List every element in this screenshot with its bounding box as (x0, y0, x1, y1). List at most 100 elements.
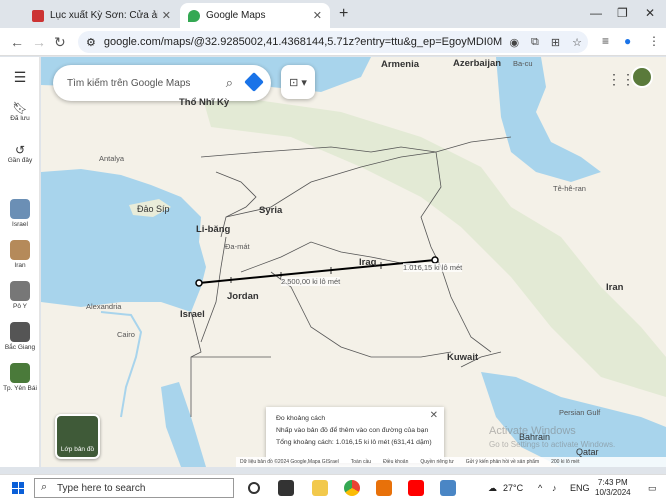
sidebar-item-israel[interactable]: Israel (0, 199, 40, 228)
task-view-icon[interactable] (278, 480, 294, 496)
map-footer: Dữ liệu bản đồ ©2024 Google,Mapa GISrael… (236, 457, 666, 467)
map-label-jordan: Jordan (227, 291, 259, 302)
map-label-armenia: Armenia (381, 59, 420, 70)
sidebar-item-bac-giang[interactable]: Bắc Giang (0, 322, 40, 351)
taskbar-search-text: Type here to search (57, 482, 146, 494)
place-thumbnail (10, 363, 30, 383)
app-icon[interactable] (376, 480, 392, 496)
footer-feedback-link[interactable]: Gửi ý kiến phản hồi về sản phẩm (466, 459, 539, 465)
sidebar-item-label: Israel (12, 221, 28, 228)
omnibox[interactable]: ⚙ google.com/maps/@32.9285002,41.4368144… (78, 31, 588, 53)
avatar[interactable] (631, 66, 653, 88)
clock[interactable]: 7:43 PM 10/3/2024 (595, 478, 631, 498)
sidebar-item-label: Iran (14, 262, 26, 269)
tray-chevron-icon[interactable]: ^ (538, 483, 542, 493)
close-icon[interactable]: ✕ (430, 410, 438, 422)
footer-global-link[interactable]: Toàn cầu (351, 459, 371, 465)
sidebar-item-label: Gần đây (7, 157, 33, 164)
file-explorer-icon[interactable] (312, 480, 328, 496)
sidebar-item-yen-bai[interactable]: Tp. Yên Bái (0, 363, 40, 392)
temperature-text[interactable]: 27°C (503, 483, 523, 493)
menu-icon[interactable]: ⋮ (648, 34, 660, 48)
layers-label: Lớp bản đồ (60, 446, 95, 453)
sidebar-item-label: Pô Y (13, 303, 27, 310)
footer-privacy-link[interactable]: Quyền riêng tư (420, 459, 453, 465)
speaker-icon[interactable]: ♪ (552, 483, 557, 493)
menu-hamburger-icon[interactable]: ☰ (0, 69, 40, 86)
chrome-icon[interactable] (344, 480, 360, 496)
search-box[interactable]: Tìm kiếm trên Google Maps ⌕ (53, 65, 271, 101)
sidebar-item-iran[interactable]: Iran (0, 240, 40, 269)
watermark-line1: Activate Windows (489, 425, 576, 437)
new-tab-button[interactable]: + (339, 5, 348, 23)
restore-icon[interactable]: ❐ (617, 6, 628, 20)
maps-favicon (188, 9, 200, 22)
measure-start-point (195, 279, 203, 287)
close-tab-icon[interactable]: ✕ (313, 9, 322, 22)
bookmark-star-icon[interactable]: ☆ (572, 36, 582, 49)
place-thumbnail (10, 281, 30, 301)
search-icon[interactable]: ⌕ (226, 75, 233, 91)
url-text[interactable]: google.com/maps/@32.9285002,41.4368144,5… (104, 36, 504, 48)
layers-button[interactable]: Lớp bản đồ (55, 414, 100, 459)
map-graphic (41, 57, 666, 467)
forward-icon[interactable]: → (32, 34, 46, 50)
sidebar-item-po-y[interactable]: Pô Y (0, 281, 40, 310)
tab-article[interactable]: Lục xuất Kỳ Sơn: Cửa ải 1.300 · ✕ (24, 3, 179, 28)
sidebar-item-recent[interactable]: ↺ Gần đây (0, 143, 40, 164)
site-info-icon[interactable]: ⚙ (86, 36, 96, 49)
map-label-azerbaijan: Azerbaijan (453, 58, 502, 69)
close-tab-icon[interactable]: ✕ (162, 9, 171, 22)
windows-watermark: Activate Windows Go to Settings to activ… (489, 425, 615, 451)
map-label-iran: Iran (606, 282, 624, 293)
history-icon: ↺ (14, 143, 26, 157)
directions-icon[interactable] (244, 72, 264, 92)
place-thumbnail (10, 199, 30, 219)
notification-icon[interactable]: ▭ (648, 483, 657, 494)
tab-title: Lục xuất Kỳ Sơn: Cửa ải 1.300 · (50, 10, 158, 21)
profile-icon[interactable]: ● (624, 34, 631, 48)
footer-attribution: Dữ liệu bản đồ ©2024 Google,Mapa GISrael (240, 459, 339, 465)
sidebar-item-saved[interactable]: 🔖︎ Đã lưu (0, 101, 40, 122)
tab-google-maps[interactable]: Google Maps ✕ (180, 3, 330, 28)
map-label-cyprus: Đảo Síp (137, 204, 170, 214)
weather-icon[interactable]: ☁ (488, 483, 497, 494)
reload-icon[interactable]: ↻ (54, 34, 66, 51)
map-label-turkey: Thổ Nhĩ Kỳ (179, 97, 230, 108)
windows-start-icon[interactable] (12, 482, 24, 494)
map-label-kuwait: Kuwait (447, 352, 479, 363)
reading-list-icon[interactable]: ≡ (602, 34, 609, 48)
footer-terms-link[interactable]: Điều khoản (383, 459, 408, 465)
back-icon[interactable]: ← (10, 34, 24, 50)
taskbar-search[interactable]: ⌕ Type here to search (34, 478, 234, 498)
article-favicon (32, 9, 44, 22)
close-window-icon[interactable]: ✕ (645, 6, 655, 20)
map-label-cairo: Cairo (117, 330, 135, 339)
scale-bar[interactable]: 200 ki lô mét (551, 459, 579, 465)
place-thumbnail (10, 240, 30, 260)
map-label-tehran: Tê-hê-ran (553, 184, 586, 193)
distance-total: Tổng khoảng cách: 1.016,15 ki lô mét (63… (276, 439, 432, 446)
language-indicator[interactable]: ENG (570, 483, 590, 493)
screenshot-icon[interactable]: ⧉ (531, 36, 539, 49)
cortana-icon[interactable] (248, 482, 260, 494)
distance-panel: ✕ Đo khoảng cách Nhấp vào bản đồ để thêm… (266, 407, 444, 463)
shopping-bag-icon: ⊡ ▾ (289, 76, 307, 89)
sidebar-item-label: Bắc Giang (4, 344, 36, 351)
minimize-icon[interactable]: — (590, 6, 602, 20)
search-input[interactable]: Tìm kiếm trên Google Maps (67, 78, 190, 89)
location-icon[interactable]: ◉ (509, 36, 519, 49)
distance-panel-hint: Nhấp vào bản đồ để thêm vào con đường củ… (276, 427, 429, 434)
translate-icon[interactable]: ⊞ (551, 36, 560, 49)
app-icon[interactable] (440, 480, 456, 496)
saved-places-dropdown[interactable]: ⊡ ▾ (281, 65, 315, 99)
tab-title: Google Maps (206, 10, 266, 21)
watermark-line2: Go to Settings to activate Windows. (489, 440, 616, 449)
distance-panel-title: Đo khoảng cách (276, 415, 326, 422)
youtube-icon[interactable] (408, 480, 424, 496)
map-label-israel: Israel (180, 309, 205, 320)
maps-sidebar: ☰ 🔖︎ Đã lưu ↺ Gần đây Israel Iran Pô Y B… (0, 57, 40, 467)
map-canvas[interactable]: Tìm kiếm trên Google Maps ⌕ ⊡ ▾ ⋮⋮ Armen… (41, 57, 666, 467)
sidebar-item-label: Đã lưu (10, 115, 30, 122)
measure-end-label: 1.016,15 ki lô mét (403, 263, 463, 272)
